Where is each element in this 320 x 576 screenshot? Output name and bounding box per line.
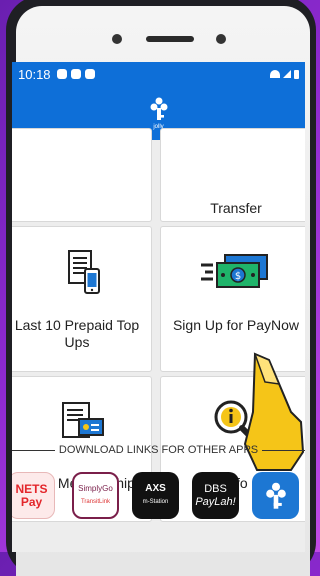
simplygo-line1: SimplyGo xyxy=(78,484,113,493)
app-screen: 10:18 jolly Transfer Last 10 Prepaid Top… xyxy=(12,62,305,552)
app-jolly[interactable] xyxy=(252,472,299,519)
download-apps-row: NETS Pay SimplyGo TransitLink AXS m-Stat… xyxy=(12,460,305,552)
axs-line2: m-Station xyxy=(142,499,169,505)
tile-sign-up-paynow[interactable]: $ Sign Up for PayNow xyxy=(160,226,305,372)
earpiece-speaker xyxy=(146,36,194,42)
download-section-header: DOWNLOAD LINKS FOR OTHER APPS xyxy=(12,440,305,460)
messenger-icon xyxy=(56,69,67,79)
app-dbs-paylah[interactable]: DBS PayLah! xyxy=(192,472,239,519)
divider-line-right xyxy=(262,449,305,451)
cash-transfer-icon: $ xyxy=(201,254,268,288)
simplygo-line2: TransitLink xyxy=(80,499,111,505)
tile-sign-up-label: Sign Up for PayNow xyxy=(172,317,300,333)
status-time: 10:18 xyxy=(18,66,51,82)
download-section-title: DOWNLOAD LINKS FOR OTHER APPS xyxy=(58,444,259,456)
nets-pay-line1: NETS xyxy=(15,481,48,496)
image-icon xyxy=(84,69,95,79)
gallery-icon xyxy=(70,69,81,79)
signal-icon xyxy=(283,70,291,78)
proximity-sensor xyxy=(216,34,226,44)
divider-line-left xyxy=(12,449,55,451)
nets-pay-line2: Pay xyxy=(20,494,43,509)
tile-transfer-label: Transfer xyxy=(210,200,262,216)
battery-icon xyxy=(294,69,299,79)
dbs-line2: PayLah! xyxy=(195,495,236,508)
tile-last-10-top-ups[interactable]: Last 10 Prepaid Top Ups xyxy=(12,226,152,372)
status-bar: 10:18 xyxy=(12,62,305,86)
jolly-logo-icon xyxy=(150,97,167,120)
tile-last-10-label: Last 10 Prepaid Top Ups xyxy=(14,317,140,350)
jolly-app-icon xyxy=(265,482,286,509)
receipt-phone-icon xyxy=(68,250,100,294)
app-simplygo[interactable]: SimplyGo TransitLink xyxy=(72,472,119,519)
membership-card-icon xyxy=(62,402,104,438)
app-axs[interactable]: AXS m-Station xyxy=(132,472,179,519)
app-nets-pay[interactable]: NETS Pay xyxy=(12,472,55,519)
front-camera xyxy=(112,34,122,44)
axs-line1: AXS xyxy=(145,483,166,494)
tile-previous[interactable] xyxy=(12,128,152,222)
dbs-line1: DBS xyxy=(204,482,227,495)
tile-transfer[interactable]: Transfer xyxy=(160,128,305,222)
wifi-icon xyxy=(270,70,280,78)
svg-text:$: $ xyxy=(235,271,241,282)
